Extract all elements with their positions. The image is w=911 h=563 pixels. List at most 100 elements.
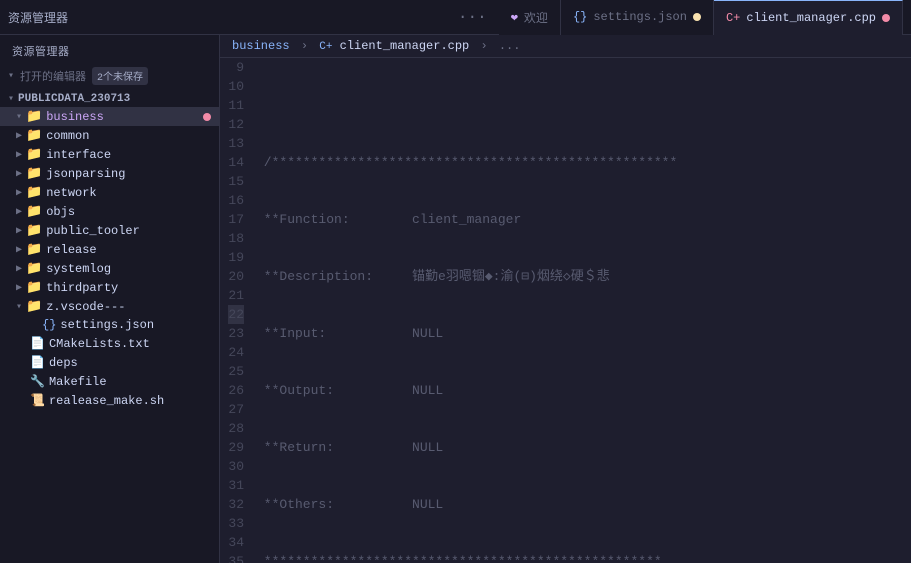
app-title: 资源管理器 (8, 9, 68, 26)
sidebar: 资源管理器 ▾ 打开的编辑器 2个未保存 ▾ PUBLICDATA_230713… (0, 35, 220, 563)
thirdparty-folder-icon: 📁 (26, 280, 42, 295)
business-folder-icon: 📁 (26, 109, 42, 124)
breadcrumb: business › C+ client_manager.cpp › ... (220, 35, 911, 58)
interface-label: interface (46, 148, 111, 162)
release-chevron: ▶ (16, 244, 22, 256)
common-folder-icon: 📁 (26, 128, 42, 143)
sidebar-header: 资源管理器 (0, 35, 219, 63)
business-label: business (46, 110, 104, 124)
realease-make-file-icon: 📜 (30, 393, 45, 408)
jsonparsing-label: jsonparsing (46, 167, 125, 181)
tab-welcome[interactable]: ❤ 欢迎 (499, 0, 561, 35)
code-line-10: /***************************************… (256, 153, 891, 172)
breadcrumb-sep1: › (301, 39, 315, 53)
sidebar-item-release[interactable]: ▶ 📁 release (0, 240, 219, 259)
more-options-button[interactable]: ··· (458, 8, 487, 26)
sidebar-item-cmakelists[interactable]: 📄 CMakeLists.txt (0, 334, 219, 353)
network-chevron: ▶ (16, 187, 22, 199)
thirdparty-chevron: ▶ (16, 282, 22, 294)
network-label: network (46, 186, 96, 200)
network-folder-icon: 📁 (26, 185, 42, 200)
tab-welcome-label: 欢迎 (524, 9, 548, 26)
thirdparty-label: thirdparty (46, 281, 118, 295)
sidebar-item-network[interactable]: ▶ 📁 network (0, 183, 219, 202)
public-tooler-label: public_tooler (46, 224, 140, 238)
z-vscode-chevron: ▾ (16, 301, 22, 313)
objs-folder-icon: 📁 (26, 204, 42, 219)
realease-make-label: realease_make.sh (49, 394, 164, 408)
tab-client-manager-cpp-dot (882, 14, 890, 22)
code-line-16: **Others: NULL (256, 495, 891, 514)
sidebar-item-settings-json[interactable]: {} settings.json (0, 316, 219, 334)
makefile-label: Makefile (49, 375, 107, 389)
welcome-icon: ❤ (511, 10, 518, 25)
sidebar-item-thirdparty[interactable]: ▶ 📁 thirdparty (0, 278, 219, 297)
code-line-11: **Function: client_manager (256, 210, 891, 229)
tabs-area: ❤ 欢迎 {} settings.json C+ client_manager.… (499, 0, 903, 35)
code-content[interactable]: /***************************************… (256, 58, 911, 563)
main-layout: 资源管理器 ▾ 打开的编辑器 2个未保存 ▾ PUBLICDATA_230713… (0, 35, 911, 563)
file-tree: ▾ PUBLICDATA_230713 ▾ 📁 business ▶ 📁 com… (0, 89, 219, 412)
line-numbers: 9 10 11 12 13 14 15 16 17 18 19 20 21 22… (220, 58, 256, 563)
root-folder-label: PUBLICDATA_230713 (18, 93, 130, 105)
tab-settings-json[interactable]: {} settings.json (561, 0, 714, 35)
code-line-13: **Input: NULL (256, 324, 891, 343)
common-chevron: ▶ (16, 130, 22, 142)
sidebar-item-z-vscode[interactable]: ▾ 📁 z.vscode--- (0, 297, 219, 316)
root-chevron: ▾ (8, 93, 14, 105)
interface-folder-icon: 📁 (26, 147, 42, 162)
code-view[interactable]: 9 10 11 12 13 14 15 16 17 18 19 20 21 22… (220, 58, 911, 563)
objs-chevron: ▶ (16, 206, 22, 218)
sidebar-item-interface[interactable]: ▶ 📁 interface (0, 145, 219, 164)
public-tooler-folder-icon: 📁 (26, 223, 42, 238)
interface-chevron: ▶ (16, 149, 22, 161)
jsonparsing-folder-icon: 📁 (26, 166, 42, 181)
open-editors-chevron: ▾ (8, 70, 14, 82)
systemlog-folder-icon: 📁 (26, 261, 42, 276)
breadcrumb-cpp-icon: C+ (319, 41, 332, 53)
settings-json-file-icon: {} (42, 318, 56, 332)
open-editors-label[interactable]: 打开的编辑器 (20, 68, 86, 84)
root-folder-item[interactable]: ▾ PUBLICDATA_230713 (0, 91, 219, 107)
code-line-9 (256, 96, 891, 115)
code-line-14: **Output: NULL (256, 381, 891, 400)
settings-json-label: settings.json (60, 318, 154, 332)
json-icon: {} (573, 10, 587, 24)
breadcrumb-business: business (232, 39, 290, 53)
code-line-12: **Description: 锚勤e羽嗯锢◆:渝(⊟)烟绕◇硬＄悲 (256, 267, 891, 286)
release-label: release (46, 243, 96, 257)
sidebar-item-systemlog[interactable]: ▶ 📁 systemlog (0, 259, 219, 278)
breadcrumb-sep2: › (480, 39, 494, 53)
breadcrumb-file: client_manager.cpp (340, 39, 470, 53)
common-label: common (46, 129, 89, 143)
open-editors-bar: ▾ 打开的编辑器 2个未保存 (0, 63, 219, 89)
tab-client-manager-cpp[interactable]: C+ client_manager.cpp (714, 0, 903, 35)
sidebar-item-objs[interactable]: ▶ 📁 objs (0, 202, 219, 221)
z-vscode-label: z.vscode--- (46, 300, 125, 314)
sidebar-item-realease-make[interactable]: 📜 realease_make.sh (0, 391, 219, 410)
cmakelists-file-icon: 📄 (30, 336, 45, 351)
systemlog-chevron: ▶ (16, 263, 22, 275)
release-folder-icon: 📁 (26, 242, 42, 257)
cpp-icon: C+ (726, 11, 740, 25)
code-line-17: ****************************************… (256, 552, 891, 563)
cmakelists-label: CMakeLists.txt (49, 337, 150, 351)
sidebar-item-common[interactable]: ▶ 📁 common (0, 126, 219, 145)
makefile-file-icon: 🔧 (30, 374, 45, 389)
sidebar-item-makefile[interactable]: 🔧 Makefile (0, 372, 219, 391)
business-dot (203, 113, 211, 121)
sidebar-item-public-tooler[interactable]: ▶ 📁 public_tooler (0, 221, 219, 240)
z-vscode-folder-icon: 📁 (26, 299, 42, 314)
tab-client-manager-cpp-label: client_manager.cpp (746, 11, 876, 25)
code-line-15: **Return: NULL (256, 438, 891, 457)
deps-file-icon: 📄 (30, 355, 45, 370)
unsaved-badge: 2个未保存 (92, 67, 148, 85)
deps-label: deps (49, 356, 78, 370)
sidebar-item-jsonparsing[interactable]: ▶ 📁 jsonparsing (0, 164, 219, 183)
sidebar-item-deps[interactable]: 📄 deps (0, 353, 219, 372)
sidebar-item-business[interactable]: ▾ 📁 business (0, 107, 219, 126)
title-bar: 资源管理器 ··· ❤ 欢迎 {} settings.json C+ clien… (0, 0, 911, 35)
editor-area: business › C+ client_manager.cpp › ... 9… (220, 35, 911, 563)
jsonparsing-chevron: ▶ (16, 168, 22, 180)
tab-settings-json-dot (693, 13, 701, 21)
